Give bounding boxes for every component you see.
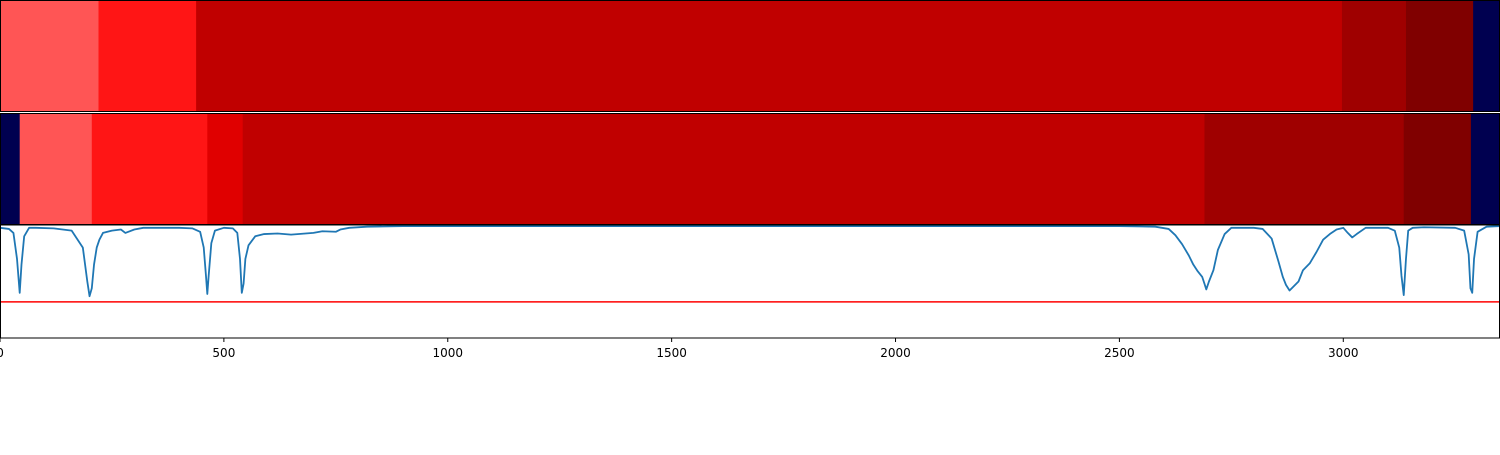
x-tick-label-2000: 2000 bbox=[880, 346, 911, 360]
x-tick-label-0: 0 bbox=[0, 346, 4, 360]
band-top-segment-4 bbox=[1405, 0, 1474, 112]
band-top-segment-2 bbox=[196, 0, 1343, 112]
band-bottom-segment-7 bbox=[1470, 113, 1500, 225]
band-bottom-segment-6 bbox=[1403, 113, 1472, 225]
band-top-segment-0 bbox=[0, 0, 100, 112]
x-axis: 0 500 1000 1500 2000 2500 3000 bbox=[0, 338, 1359, 360]
band-bottom-segment-5 bbox=[1204, 113, 1405, 225]
band-bottom-segment-3 bbox=[207, 113, 244, 225]
figure: 0 500 1000 1500 2000 2500 3000 bbox=[0, 0, 1500, 450]
band-top bbox=[0, 0, 1500, 112]
line-panel-background bbox=[0, 225, 1500, 338]
chart-svg: 0 500 1000 1500 2000 2500 3000 bbox=[0, 0, 1500, 360]
band-bottom-segment-1 bbox=[19, 113, 93, 225]
band-top-segment-1 bbox=[98, 0, 197, 112]
x-tick-label-1500: 1500 bbox=[656, 346, 687, 360]
band-top-segment-3 bbox=[1341, 0, 1407, 112]
line-panel bbox=[0, 224, 1500, 339]
x-tick-label-2500: 2500 bbox=[1104, 346, 1135, 360]
band-bottom-segment-0 bbox=[0, 113, 21, 225]
band-bottom bbox=[0, 113, 1500, 225]
x-tick-label-1000: 1000 bbox=[432, 346, 463, 360]
band-bottom-segment-2 bbox=[91, 113, 208, 225]
band-top-segment-5 bbox=[1473, 0, 1500, 112]
x-tick-label-3000: 3000 bbox=[1328, 346, 1359, 360]
x-tick-label-500: 500 bbox=[212, 346, 235, 360]
band-bottom-segment-4 bbox=[242, 113, 1206, 225]
